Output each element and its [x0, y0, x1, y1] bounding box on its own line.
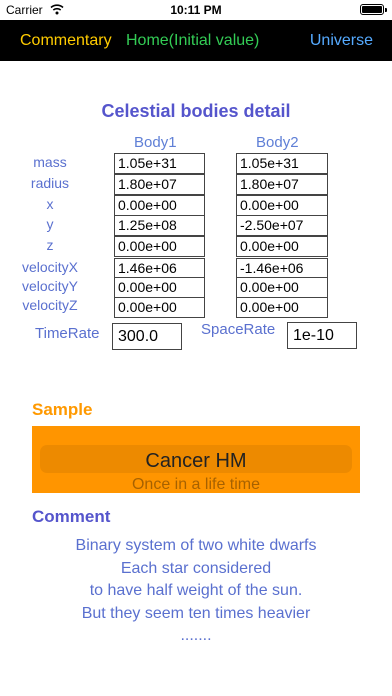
commentary-button[interactable]: Commentary [20, 32, 112, 50]
column-header-body1: Body1 [134, 134, 177, 151]
battery-icon [360, 4, 387, 15]
row-label-radius: radius [30, 175, 70, 191]
body2-radius-field[interactable]: 1.80e+07 [236, 174, 328, 195]
body1-velocityx-field[interactable]: 1.46e+06 [114, 258, 205, 279]
body2-velocityx-field[interactable]: -1.46e+06 [236, 258, 328, 279]
time-rate-label: TimeRate [35, 325, 100, 342]
row-label-mass: mass [33, 154, 67, 170]
row-label-x: x [46, 196, 54, 212]
universe-button[interactable]: Universe [310, 32, 373, 50]
comment-line: Binary system of two white dwarfs [75, 537, 317, 554]
clock: 10:11 PM [170, 3, 222, 17]
comment-line: ....... [180, 627, 212, 644]
row-label-velocityz: velocityZ [22, 297, 78, 313]
sample-next-option[interactable]: Once in a life time [32, 476, 360, 493]
body1-velocityy-field[interactable]: 0.00e+00 [114, 277, 205, 298]
body2-y-field[interactable]: -2.50e+07 [236, 215, 328, 236]
comment-line: to have half weight of the sun. [89, 582, 303, 599]
row-label-z: z [46, 237, 54, 253]
sample-heading: Sample [32, 400, 93, 419]
time-rate-field[interactable]: 300.0 [112, 323, 182, 350]
comment-text: Binary system of two white dwarfs Each s… [0, 535, 392, 648]
sample-picker[interactable]: Cancer HM Once in a life time [32, 426, 360, 493]
row-label-velocityy: velocityY [21, 278, 79, 294]
body1-radius-field[interactable]: 1.80e+07 [114, 174, 205, 195]
sample-selected-option[interactable]: Cancer HM [32, 450, 360, 473]
status-bar: Carrier 10:11 PM [0, 0, 392, 20]
body2-z-field[interactable]: 0.00e+00 [236, 236, 328, 257]
body2-velocityz-field[interactable]: 0.00e+00 [236, 297, 328, 318]
body1-velocityz-field[interactable]: 0.00e+00 [114, 297, 205, 318]
comment-heading: Comment [32, 507, 111, 526]
body1-z-field[interactable]: 0.00e+00 [114, 236, 205, 257]
row-label-velocityx: velocityX [21, 259, 79, 275]
comment-line: Each star considered [120, 559, 272, 577]
body1-mass-field[interactable]: 1.05e+31 [114, 153, 205, 174]
space-rate-label: SpaceRate [201, 321, 276, 338]
body2-x-field[interactable]: 0.00e+00 [236, 195, 328, 216]
body2-mass-field[interactable]: 1.05e+31 [236, 153, 328, 174]
column-header-body2: Body2 [256, 134, 299, 151]
nav-bar: Commentary Home(Initial value) Universe [0, 20, 392, 61]
home-button[interactable]: Home(Initial value) [126, 32, 259, 50]
body1-y-field[interactable]: 1.25e+08 [114, 215, 205, 236]
space-rate-field[interactable]: 1e-10 [287, 322, 357, 349]
row-label-y: y [46, 216, 54, 232]
body2-velocityy-field[interactable]: 0.00e+00 [236, 277, 328, 298]
body1-x-field[interactable]: 0.00e+00 [114, 195, 205, 216]
page-title: Celestial bodies detail [101, 101, 291, 121]
comment-line: But they seem ten times heavier [81, 604, 311, 622]
